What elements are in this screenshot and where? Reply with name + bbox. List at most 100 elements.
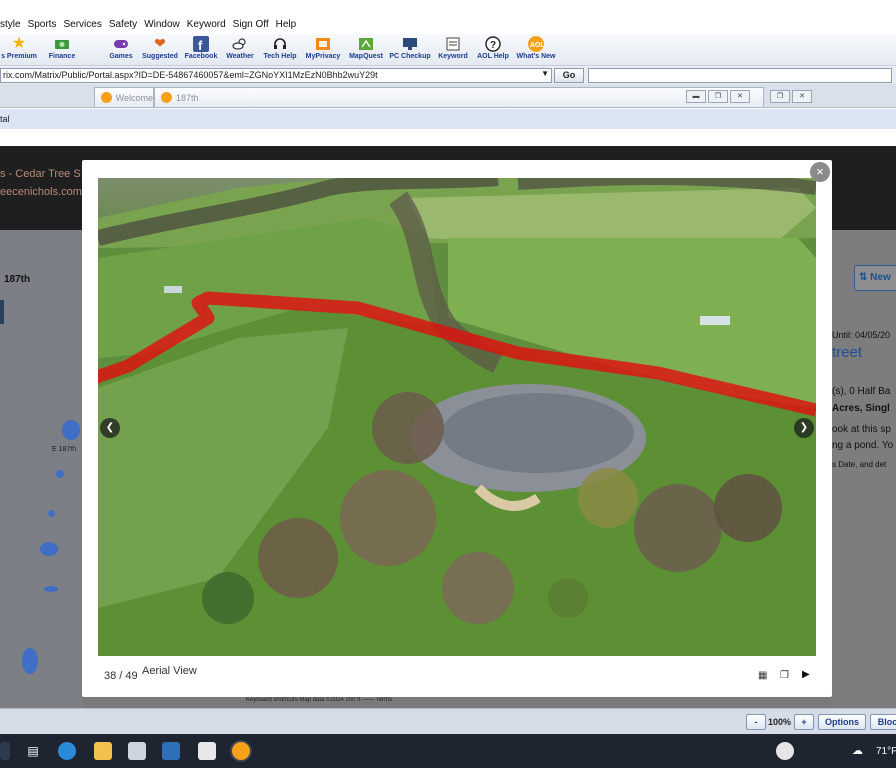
chrome-icon[interactable] bbox=[776, 742, 794, 760]
search-input[interactable] bbox=[588, 67, 892, 83]
toolbar-label: Games bbox=[109, 53, 133, 60]
facebook-icon: f bbox=[192, 35, 210, 52]
close-window-button[interactable]: ✕ bbox=[730, 90, 750, 103]
solitaire-icon[interactable] bbox=[198, 742, 216, 760]
restore-button[interactable]: ❐ bbox=[770, 90, 790, 103]
toolbar-myprivacy[interactable]: MyPrivacy bbox=[304, 34, 342, 60]
listing-remarks-2: ng a pond. Yo bbox=[832, 440, 894, 451]
money-icon bbox=[53, 35, 71, 52]
toolbar-premium[interactable]: ★ s Premium bbox=[0, 34, 38, 60]
window-controls: ▬ ❐ ✕ bbox=[684, 90, 750, 103]
map-street-label: E 187th bbox=[52, 446, 77, 453]
grid-icon[interactable]: ▦ bbox=[758, 670, 767, 681]
tray-temperature[interactable]: 71°F bbox=[876, 746, 896, 757]
task-view-icon[interactable]: ▤ bbox=[24, 742, 42, 760]
toolbar-label: What's New bbox=[516, 53, 556, 60]
toolbar-aol-help[interactable]: ? AOL Help bbox=[476, 34, 510, 60]
toolbar-facebook[interactable]: f Facebook bbox=[184, 34, 218, 60]
aerial-photo bbox=[98, 178, 816, 656]
keyword-icon bbox=[444, 35, 462, 52]
aol-icon[interactable] bbox=[230, 740, 252, 762]
toolbar-weather[interactable]: Weather bbox=[224, 34, 256, 60]
menu-style[interactable]: style bbox=[0, 19, 21, 30]
listing-street: treet bbox=[832, 344, 863, 361]
next-photo-button[interactable]: ❯ bbox=[794, 418, 814, 438]
heart-icon: ❤ bbox=[154, 35, 166, 51]
menu-keyword[interactable]: Keyword bbox=[187, 19, 226, 30]
menu-window[interactable]: Window bbox=[144, 19, 180, 30]
new-search-button[interactable]: ⇅ New bbox=[854, 265, 896, 291]
toolbar-suggested[interactable]: ❤ Suggested bbox=[142, 34, 178, 60]
agency-url[interactable]: eecenichols.com bbox=[0, 186, 82, 198]
minimize-button[interactable]: ▬ bbox=[686, 90, 706, 103]
play-icon[interactable]: ▶ bbox=[802, 669, 810, 680]
weather-alert-icon[interactable]: ☁ bbox=[852, 742, 868, 760]
toolbar-label: Finance bbox=[48, 53, 76, 60]
restore-button[interactable]: ❐ bbox=[708, 90, 728, 103]
aol-toolbar: ★ s Premium Finance Games ❤ Suggested f … bbox=[0, 34, 896, 66]
toolbar-label: Facebook bbox=[184, 53, 218, 60]
privacy-icon bbox=[314, 35, 332, 52]
listing-acres: Acres, Singl bbox=[832, 403, 890, 414]
zoom-level: 100% bbox=[768, 717, 792, 727]
previous-photo-button[interactable]: ❮ bbox=[100, 418, 120, 438]
listing-address-short: 187th bbox=[4, 274, 31, 285]
address-bar[interactable]: rix.com/Matrix/Public/Portal.aspx?ID=DE-… bbox=[0, 67, 552, 83]
aol-icon bbox=[161, 92, 172, 103]
block-button[interactable]: Block bbox=[870, 714, 896, 730]
zoom-in-button[interactable]: + bbox=[794, 714, 814, 730]
toolbar-games[interactable]: Games bbox=[106, 34, 136, 60]
listing-until: Until: 04/05/20 bbox=[832, 330, 891, 340]
menu-sports[interactable]: Sports bbox=[28, 19, 57, 30]
close-button[interactable]: × bbox=[810, 162, 830, 182]
toolbar-label: Keyword bbox=[438, 53, 468, 60]
star-icon: ★ bbox=[11, 35, 27, 52]
portal-label: tal bbox=[0, 114, 10, 124]
map-pond bbox=[48, 510, 55, 517]
toolbar-whats-new[interactable]: AOL What's New bbox=[516, 34, 556, 60]
toolbar-tech-help[interactable]: Tech Help bbox=[262, 34, 298, 60]
toolbar-label: MapQuest bbox=[349, 53, 383, 60]
store-icon[interactable] bbox=[128, 742, 146, 760]
chevron-down-icon[interactable]: ▼ bbox=[541, 69, 549, 78]
photo-caption: Aerial View bbox=[142, 665, 197, 677]
edge-icon[interactable] bbox=[58, 742, 76, 760]
options-button[interactable]: Options bbox=[818, 714, 866, 730]
fullscreen-icon[interactable]: ❐ bbox=[780, 670, 789, 681]
map-panel[interactable] bbox=[0, 230, 82, 708]
menu-help[interactable]: Help bbox=[276, 19, 297, 30]
toolbar-label: AOL Help bbox=[477, 53, 509, 60]
map-pond bbox=[22, 648, 38, 674]
address-url: rix.com/Matrix/Public/Portal.aspx?ID=DE-… bbox=[3, 69, 378, 80]
toolbar-pc-checkup[interactable]: PC Checkup bbox=[389, 34, 431, 60]
menu-services[interactable]: Services bbox=[63, 19, 101, 30]
map-pond bbox=[56, 470, 64, 478]
listing-remarks-3: s Date, and det bbox=[832, 460, 887, 469]
toolbar-keyword[interactable]: Keyword bbox=[436, 34, 470, 60]
map-pond bbox=[44, 586, 58, 592]
start-icon[interactable] bbox=[0, 742, 10, 760]
close-window-button[interactable]: ✕ bbox=[792, 90, 812, 103]
zoom-out-button[interactable]: - bbox=[746, 714, 766, 730]
help-icon: ? bbox=[484, 35, 502, 52]
toolbar-finance[interactable]: Finance bbox=[44, 34, 80, 60]
photo-counter: 38 / 49 bbox=[104, 670, 138, 682]
tab-welcome[interactable]: Welcome bbox=[94, 87, 154, 107]
status-bar: - 100% + Options Block bbox=[0, 708, 896, 734]
weather-icon bbox=[231, 35, 249, 52]
map-pond bbox=[62, 420, 80, 440]
file-explorer-icon[interactable] bbox=[94, 742, 112, 760]
toolbar-label: MyPrivacy bbox=[305, 53, 341, 60]
toolbar-label: Tech Help bbox=[263, 53, 297, 60]
mail-icon[interactable] bbox=[162, 742, 180, 760]
listing-baths: (s), 0 Half Ba bbox=[832, 386, 891, 397]
toolbar-label: Weather bbox=[226, 53, 254, 60]
tab-187th[interactable]: 187th bbox=[154, 87, 764, 107]
address-row: rix.com/Matrix/Public/Portal.aspx?ID=DE-… bbox=[0, 66, 896, 84]
go-button[interactable]: Go bbox=[554, 67, 584, 83]
spacer bbox=[0, 129, 896, 146]
menu-sign-off[interactable]: Sign Off bbox=[233, 19, 269, 30]
listing-remarks-1: ook at this sp bbox=[832, 424, 891, 435]
toolbar-mapquest[interactable]: MapQuest bbox=[348, 34, 384, 60]
menu-safety[interactable]: Safety bbox=[109, 19, 137, 30]
